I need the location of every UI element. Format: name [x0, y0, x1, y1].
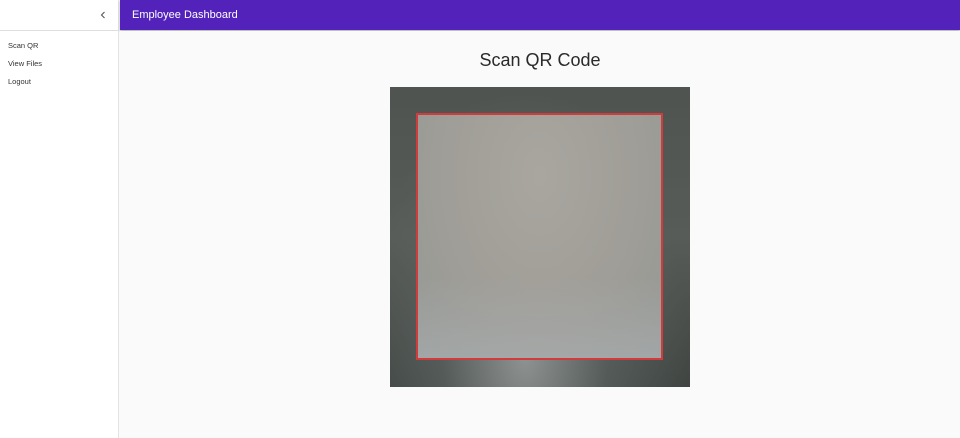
sidebar: Scan QR View Files Logout — [0, 0, 119, 438]
sidebar-item-view-files[interactable]: View Files — [0, 55, 118, 73]
sidebar-nav: Scan QR View Files Logout — [0, 31, 118, 91]
main-content: Scan QR Code — [120, 31, 960, 438]
collapse-sidebar-button[interactable] — [95, 7, 111, 23]
chevron-left-icon — [99, 6, 107, 24]
app-bar: Employee Dashboard — [120, 0, 960, 30]
sidebar-item-scan-qr[interactable]: Scan QR — [0, 37, 118, 55]
camera-preview[interactable] — [390, 87, 690, 387]
app-root: Scan QR View Files Logout Employee Dashb… — [0, 0, 960, 438]
page-title: Scan QR Code — [479, 50, 601, 70]
sidebar-item-logout[interactable]: Logout — [0, 73, 118, 91]
sidebar-header — [0, 0, 118, 31]
qr-scan-region — [416, 113, 663, 360]
app-title: Employee Dashboard — [132, 9, 238, 21]
